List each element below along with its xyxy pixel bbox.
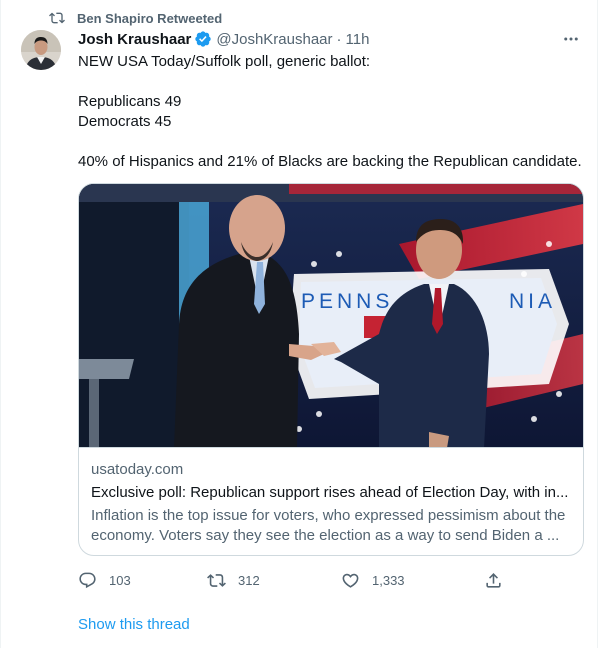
image-text-pennsylvania-left: PENNS xyxy=(301,290,393,313)
tweet-line: 40% of Hispanics and 21% of Blacks are b… xyxy=(78,153,582,170)
separator-dot: · xyxy=(336,30,342,48)
like-count: 1,333 xyxy=(372,572,405,588)
card-description-line: Inflation is the top issue for voters, w… xyxy=(91,507,566,524)
card-title: Exclusive poll: Republican support rises… xyxy=(91,484,569,501)
heart-icon xyxy=(342,573,359,588)
tweet-actions: 103 312 1,333 xyxy=(78,568,508,592)
card-body: usatoday.com Exclusive poll: Republican … xyxy=(91,460,571,546)
card-description-line: economy. Voters say they see the electio… xyxy=(91,527,560,544)
tweet-line: NEW USA Today/Suffolk poll, generic ball… xyxy=(78,53,371,70)
like-button[interactable]: 1,333 xyxy=(341,568,405,592)
card-domain: usatoday.com xyxy=(91,461,184,478)
show-thread-link[interactable]: Show this thread xyxy=(78,615,190,635)
share-icon xyxy=(486,572,501,588)
debate-photo: PENNS NIA DE xyxy=(79,184,583,447)
author-name[interactable]: Josh Kraushaar xyxy=(78,31,191,48)
reply-count: 103 xyxy=(109,572,131,588)
avatar[interactable] xyxy=(21,30,61,70)
social-context[interactable]: Ben Shapiro Retweeted xyxy=(49,9,222,27)
reply-button[interactable]: 103 xyxy=(78,568,131,592)
tweet-header: Josh Kraushaar @JoshKraushaar · 11h xyxy=(78,29,581,49)
link-card[interactable]: PENNS NIA DE xyxy=(78,183,584,556)
social-context-label: Ben Shapiro Retweeted xyxy=(77,10,223,26)
tweet-text: NEW USA Today/Suffolk poll, generic ball… xyxy=(78,52,588,172)
card-image: PENNS NIA DE xyxy=(79,184,583,448)
tweet-line: Republicans 49 xyxy=(78,93,182,110)
more-options-button[interactable] xyxy=(561,30,581,48)
verified-badge-icon xyxy=(195,31,212,47)
more-icon xyxy=(564,37,578,41)
retweet-count: 312 xyxy=(238,572,260,588)
tweet-container[interactable]: Ben Shapiro Retweeted Josh Kraushaar @Jo… xyxy=(0,0,598,648)
share-button[interactable] xyxy=(484,568,503,592)
retweet-button[interactable]: 312 xyxy=(207,568,260,592)
retweet-icon xyxy=(207,573,226,587)
card-description: Inflation is the top issue for voters, w… xyxy=(91,506,571,546)
avatar-image xyxy=(21,30,61,70)
retweet-icon xyxy=(49,12,65,24)
image-text-pennsylvania-right: NIA xyxy=(509,290,556,313)
reply-icon xyxy=(79,572,96,588)
tweet-timestamp[interactable]: 11h xyxy=(346,31,370,48)
tweet-line: Democrats 45 xyxy=(78,113,172,130)
author-handle[interactable]: @JoshKraushaar xyxy=(216,31,332,48)
